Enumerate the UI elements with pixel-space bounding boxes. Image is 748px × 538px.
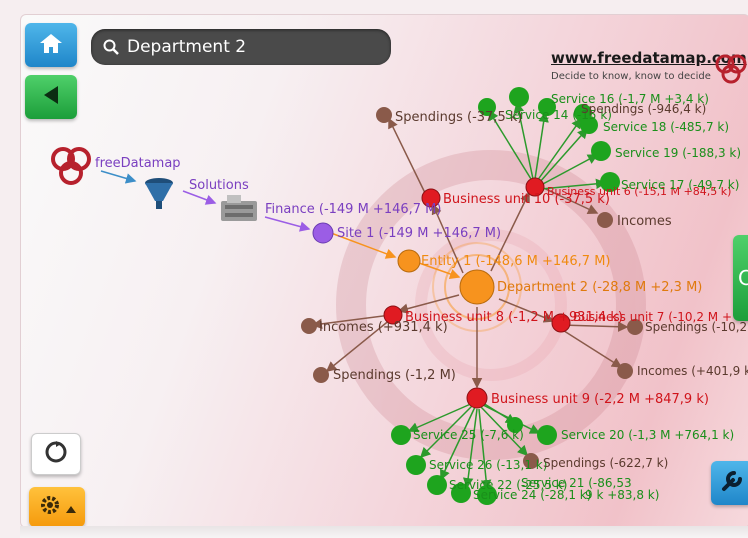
incomes-label: Incomes (+401,9 k): [637, 364, 748, 378]
service-label: 9 k +83,8 k): [585, 488, 659, 502]
business-unit-9-label: Business unit 9 (-2,2 M +847,9 k): [491, 392, 709, 407]
settings-button[interactable]: [29, 487, 85, 527]
spendings-label: Spendings (-1,2 M): [333, 368, 456, 383]
tools-button[interactable]: [711, 461, 748, 505]
freedatamap-logo-icon: [715, 53, 747, 89]
entity-1-label: Entity 1 (-148,6 M +146,7 M): [421, 254, 610, 269]
site-1-label: Site 1 (-149 M +146,7 M): [337, 226, 501, 241]
service-label: Service 24 (-28,1 k): [473, 488, 591, 502]
network-diagram: freeDatamap Solutions Finance (-149 M +1…: [51, 87, 748, 505]
node-incomes[interactable]: [617, 363, 633, 379]
freedatamap-logo-icon: [51, 147, 91, 185]
spendings-label: Spendings (-37,5 k): [395, 110, 522, 125]
spendings-label: Spendings (-10,2 M: [645, 320, 748, 334]
back-arrow-icon: [40, 84, 62, 110]
wrench-icon: [720, 469, 744, 497]
app-screen: freeDatamap Solutions Finance (-149 M +1…: [20, 14, 748, 528]
service-label: Service 18 (-485,7 k): [603, 120, 729, 134]
refresh-button[interactable]: [31, 433, 81, 475]
node-site-1[interactable]: [312, 222, 334, 244]
node-spendings[interactable]: [313, 367, 329, 383]
refresh-icon: [44, 440, 68, 468]
node-incomes[interactable]: [301, 318, 317, 334]
node-service[interactable]: [509, 87, 529, 107]
caret-up-icon: [66, 498, 76, 517]
incomes-label: Incomes (+931,4 k): [319, 320, 448, 335]
finance-label: Finance (-149 M +146,7 M): [265, 202, 441, 217]
search-icon: [103, 39, 119, 55]
solutions-label: Solutions: [189, 178, 249, 193]
logo-label: freeDatamap: [95, 156, 181, 171]
service-label: Service 25 (-7,6 k): [413, 428, 524, 442]
right-panel-tab[interactable]: C: [733, 235, 748, 321]
spendings-label: Spendings (-622,7 k): [543, 456, 668, 470]
service-label: Service 19 (-188,3 k): [615, 146, 741, 160]
right-panel-tab-label: C: [738, 266, 748, 290]
data-funnel-icon: [145, 178, 173, 209]
search-value: Department 2: [127, 37, 247, 57]
home-button[interactable]: [25, 23, 77, 67]
node-department-2[interactable]: [459, 269, 495, 305]
service-label: Service 17 (-49,7 k): [621, 178, 739, 192]
back-button[interactable]: [25, 75, 77, 119]
search-bar[interactable]: Department 2: [91, 29, 391, 65]
node-entity-1[interactable]: [397, 249, 421, 273]
site-tagline: Decide to know, know to decide: [551, 71, 711, 82]
incomes-label: Incomes: [617, 214, 672, 229]
node-business-unit-9[interactable]: [466, 387, 488, 409]
service-label: Service 20 (-1,3 M +764,1 k): [561, 428, 734, 442]
home-icon: [39, 32, 63, 58]
node-service[interactable]: [537, 425, 557, 445]
screen-reflection: [20, 526, 748, 538]
gear-icon: [38, 493, 62, 521]
node-incomes[interactable]: [597, 212, 613, 228]
node-service[interactable]: [391, 425, 411, 445]
node-service[interactable]: [406, 455, 426, 475]
department-2-label: Department 2 (-28,8 M +2,3 M): [497, 280, 702, 295]
solutions-machine-icon: [221, 195, 257, 221]
service-label: Service 26 (-13,1 k): [429, 458, 547, 472]
node-spendings[interactable]: [376, 107, 392, 123]
node-service[interactable]: [591, 141, 611, 161]
node-service[interactable]: [427, 475, 447, 495]
spendings-label: Spendings (-946,4 k): [581, 102, 706, 116]
